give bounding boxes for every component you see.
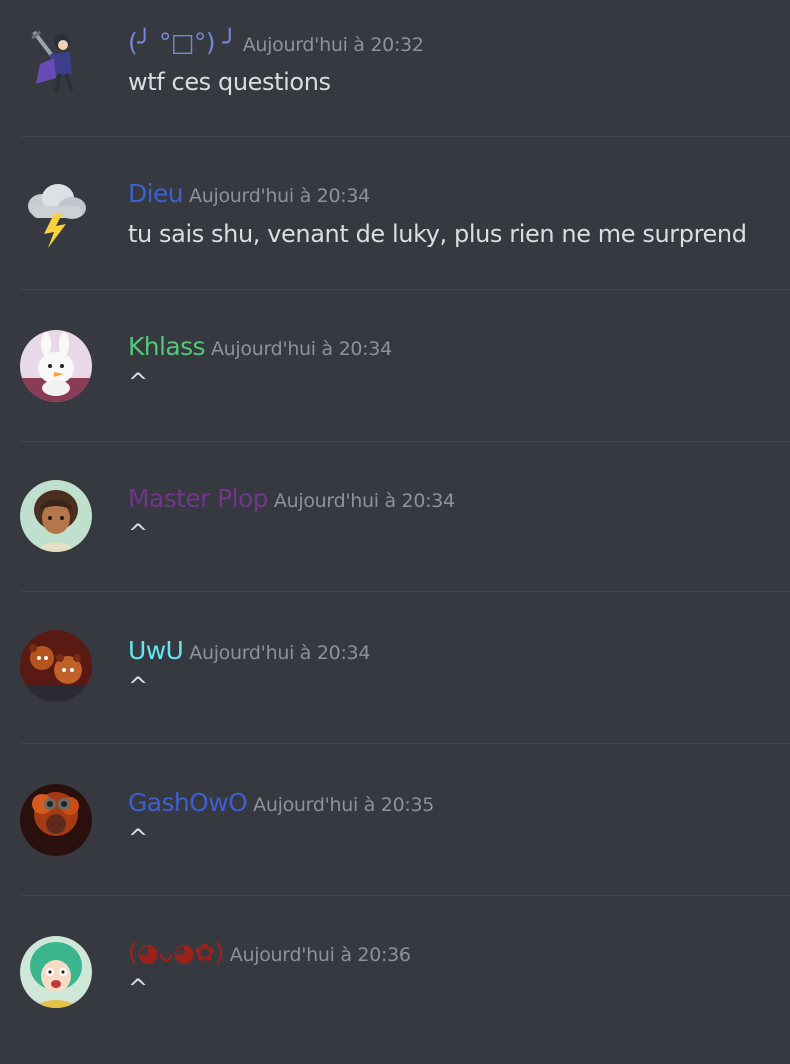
anime-boy-avatar-icon[interactable]: [20, 480, 92, 552]
message-content: ^: [128, 519, 148, 547]
username[interactable]: (╯ °□°) ╯: [128, 28, 237, 57]
username[interactable]: Master Plop: [128, 484, 269, 513]
message-item: GashOwO Aujourd'hui à 20:35 ^: [0, 760, 790, 912]
username[interactable]: (◕ᴗ◕✿): [128, 938, 224, 967]
message-content: ^: [128, 974, 148, 1002]
message-item: Dieu Aujourd'hui à 20:34 tu sais shu, ven…: [0, 152, 790, 304]
message-divider: [20, 289, 790, 290]
timestamp: Aujourd'hui à 20:34: [210, 338, 392, 360]
timestamp: Aujourd'hui à 20:36: [229, 944, 411, 966]
message-divider: [20, 591, 790, 592]
timestamp: Aujourd'hui à 20:34: [189, 185, 370, 207]
message-header: Master Plop Aujourd'hui à 20:34: [128, 484, 455, 513]
message-header: Dieu Aujourd'hui à 20:34: [128, 179, 370, 208]
message-divider: [20, 743, 790, 744]
message-item: Khlass Aujourd'hui à 20:34 ^: [0, 304, 790, 456]
timestamp: Aujourd'hui à 20:34: [189, 642, 371, 664]
swordsman-avatar-icon[interactable]: [20, 24, 92, 96]
message-list: (╯ °□°) ╯ Aujourd'hui à 20:32 wtf ces que…: [0, 0, 790, 1038]
message-divider: [20, 441, 790, 442]
message-item: (╯ °□°) ╯ Aujourd'hui à 20:32 wtf ces que…: [0, 0, 790, 152]
timestamp: Aujourd'hui à 20:32: [242, 34, 424, 56]
username[interactable]: UwU: [128, 636, 184, 665]
username[interactable]: Dieu: [128, 179, 184, 208]
message-item: UwU Aujourd'hui à 20:34 ^: [0, 608, 790, 760]
message-item: (◕ᴗ◕✿) Aujourd'hui à 20:36 ^: [0, 912, 790, 1064]
storm-cloud-lightning-icon[interactable]: [20, 176, 92, 248]
message-content: ^: [128, 672, 148, 700]
message-content: ^: [128, 824, 148, 852]
cartoon-bears-avatar-icon[interactable]: [20, 630, 92, 702]
fire-hair-avatar-icon[interactable]: [20, 784, 92, 856]
message-header: UwU Aujourd'hui à 20:34: [128, 636, 370, 665]
message-divider: [20, 895, 790, 896]
message-content: wtf ces questions: [128, 68, 331, 96]
message-header: (◕ᴗ◕✿) Aujourd'hui à 20:36: [128, 938, 411, 967]
username[interactable]: Khlass: [128, 332, 206, 361]
username[interactable]: GashOwO: [128, 788, 248, 817]
green-hair-girl-avatar-icon[interactable]: [20, 936, 92, 1008]
message-item: Master Plop Aujourd'hui à 20:34 ^: [0, 456, 790, 608]
rabbit-creature-avatar-icon[interactable]: [20, 330, 92, 402]
message-header: Khlass Aujourd'hui à 20:34: [128, 332, 392, 361]
message-header: (╯ °□°) ╯ Aujourd'hui à 20:32: [128, 28, 424, 57]
timestamp: Aujourd'hui à 20:35: [253, 794, 435, 816]
message-divider: [20, 136, 790, 137]
message-content: tu sais shu, venant de luky, plus rien n…: [128, 220, 747, 248]
timestamp: Aujourd'hui à 20:34: [273, 490, 455, 512]
message-header: GashOwO Aujourd'hui à 20:35: [128, 788, 434, 817]
message-content: ^: [128, 368, 148, 396]
